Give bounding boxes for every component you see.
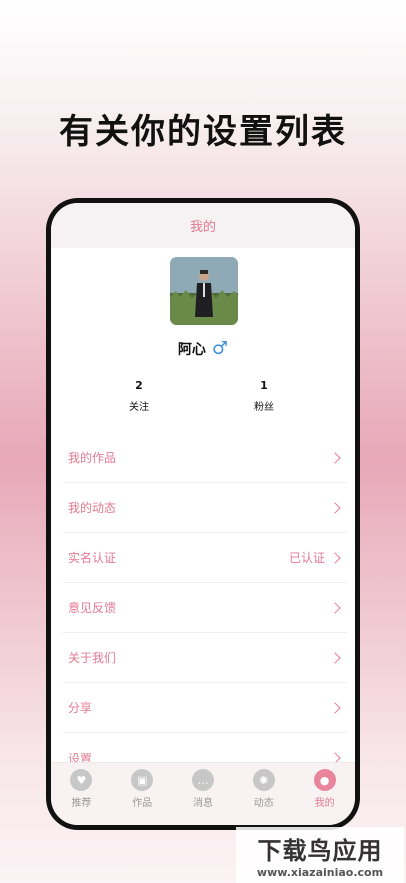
tab-moments[interactable]: ✺ 动态 xyxy=(233,763,294,825)
heart-icon: ♥ xyxy=(70,769,93,791)
bottom-tab-bar: ♥ 推荐 ▣ 作品 … 消息 ✺ 动态 ● 我的 xyxy=(51,762,355,825)
chevron-right-icon xyxy=(329,601,341,614)
menu-item-my-works[interactable]: 我的作品 xyxy=(63,433,347,483)
site-watermark: 下载鸟应用 www.xiazainiao.com xyxy=(236,827,404,883)
menu-item-label: 我的动态 xyxy=(68,501,117,515)
menu-item-feedback[interactable]: 意见反馈 xyxy=(63,583,347,633)
menu-item-label: 关于我们 xyxy=(68,651,117,665)
male-gender-icon: ♂ xyxy=(211,338,229,359)
tab-messages[interactable]: … 消息 xyxy=(173,763,234,825)
tab-label: 推荐 xyxy=(71,798,92,809)
tab-works[interactable]: ▣ 作品 xyxy=(112,763,173,825)
chevron-right-icon xyxy=(329,551,341,564)
promo-headline: 有关你的设置列表 xyxy=(59,112,347,152)
chat-icon: … xyxy=(191,769,214,791)
app-screen: 我的 阿心 ♂ 2 关注 1 粉丝 我的作品 我的动态 实名认证 已认证 意见反… xyxy=(51,203,355,825)
following-stat[interactable]: 2 关注 xyxy=(99,379,179,413)
menu-item-label: 分享 xyxy=(68,701,93,715)
username-row: 阿心 ♂ xyxy=(51,339,355,359)
photo-icon: ▣ xyxy=(131,769,154,791)
settings-menu: 我的作品 我的动态 实名认证 已认证 意见反馈 关于我们 分享 设置 xyxy=(63,433,347,783)
menu-item-label: 意见反馈 xyxy=(68,601,117,615)
username: 阿心 xyxy=(177,342,206,358)
nav-bar: 我的 xyxy=(51,203,355,248)
chevron-right-icon xyxy=(329,651,341,664)
chevron-right-icon xyxy=(329,701,341,714)
tab-label: 消息 xyxy=(192,798,213,809)
person-icon: ● xyxy=(313,769,336,791)
tab-label: 我的 xyxy=(314,798,335,809)
followers-count: 1 xyxy=(260,379,268,392)
phone-frame: 我的 阿心 ♂ 2 关注 1 粉丝 我的作品 我的动态 实名认证 已认证 意见反… xyxy=(46,198,360,830)
aperture-icon: ✺ xyxy=(252,769,275,791)
tab-label: 动态 xyxy=(253,798,274,809)
avatar[interactable] xyxy=(170,257,238,325)
followers-stat[interactable]: 1 粉丝 xyxy=(224,379,304,413)
following-count: 2 xyxy=(135,379,143,392)
menu-item-about[interactable]: 关于我们 xyxy=(63,633,347,683)
menu-item-label: 我的作品 xyxy=(68,451,117,465)
following-label: 关注 xyxy=(129,402,149,413)
chevron-right-icon xyxy=(329,451,341,464)
followers-label: 粉丝 xyxy=(254,402,274,413)
page-title: 我的 xyxy=(189,220,216,235)
watermark-url: www.xiazainiao.com xyxy=(256,866,384,879)
avatar-photo xyxy=(170,257,238,325)
menu-item-share[interactable]: 分享 xyxy=(63,683,347,733)
chevron-right-icon xyxy=(329,501,341,514)
tab-recommend[interactable]: ♥ 推荐 xyxy=(51,763,112,825)
verification-status: 已认证 xyxy=(288,551,325,565)
tab-label: 作品 xyxy=(132,798,153,809)
menu-item-label: 实名认证 xyxy=(68,551,117,565)
menu-item-verification[interactable]: 实名认证 已认证 xyxy=(63,533,347,583)
tab-mine[interactable]: ● 我的 xyxy=(294,763,355,825)
watermark-title: 下载鸟应用 xyxy=(257,837,383,865)
menu-item-my-posts[interactable]: 我的动态 xyxy=(63,483,347,533)
